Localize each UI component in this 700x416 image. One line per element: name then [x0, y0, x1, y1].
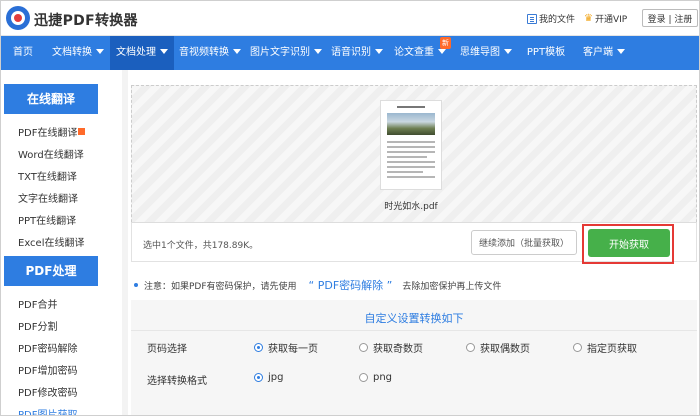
vip-link[interactable]: ♛ 开通VIP — [584, 12, 627, 25]
radio-png[interactable]: png — [359, 372, 392, 383]
chevron-down-icon — [504, 48, 512, 54]
sidebar: 在线翻译 PDF在线翻译 Word在线翻译 TXT在线翻译 文字在线翻译 PPT… — [0, 70, 122, 416]
file-name: 时光如水.pdf — [384, 202, 438, 212]
nav-home[interactable]: 首页 — [0, 36, 46, 70]
sidebar-section-pdf: PDF处理 — [4, 256, 98, 286]
sidebar-item-pdf-unlock[interactable]: PDF密码解除 — [18, 340, 77, 355]
format-label: 选择转换格式 — [147, 376, 207, 387]
main-nav: 首页 文档转换 文档处理 音视频转换 图片文字识别 语音识别 论文查重 新 思维… — [0, 36, 700, 70]
bullet-icon — [134, 283, 138, 287]
new-badge: 新 — [440, 37, 451, 49]
radio-odd-pages[interactable]: 获取奇数页 — [359, 340, 423, 355]
radio-every-page[interactable]: 获取每一页 — [254, 340, 318, 355]
vip-label: 开通VIP — [594, 15, 628, 25]
file-summary: 选中1个文件，共178.89K。 — [143, 241, 259, 251]
sidebar-item-ppt-translate[interactable]: PPT在线翻译 — [18, 212, 76, 227]
chevron-down-icon — [233, 48, 241, 54]
notice-suffix: 去除加密保护再上传文件 — [402, 281, 502, 292]
sidebar-item-excel-translate[interactable]: Excel在线翻译 — [18, 234, 85, 249]
chevron-down-icon — [617, 48, 625, 54]
sidebar-item-pdf-image-extract[interactable]: PDF图片获取 — [18, 406, 77, 416]
settings-title: 自定义设置转换如下 — [364, 312, 464, 325]
my-files-link[interactable]: 我的文件 — [527, 12, 575, 25]
continue-add-button[interactable]: 继续添加（批量获取） — [471, 230, 577, 255]
new-mark-icon — [78, 128, 86, 135]
sidebar-section-translate: 在线翻译 — [4, 84, 98, 114]
start-extract-button[interactable]: 开始获取 — [588, 229, 670, 257]
my-files-label: 我的文件 — [539, 15, 576, 25]
notice-prefix: 注意：如果PDF有密码保护，请先使用 — [144, 281, 297, 292]
nav-ocr[interactable]: 图片文字识别 — [246, 36, 326, 70]
nav-mindmap[interactable]: 思维导图 — [452, 36, 520, 70]
nav-client[interactable]: 客户端 — [574, 36, 634, 70]
pdf-unlock-link[interactable]: “ PDF密码解除 ” — [309, 277, 393, 293]
notice: 注意：如果PDF有密码保护，请先使用 “ PDF密码解除 ” 去除加密保护再上传… — [134, 277, 501, 293]
chevron-down-icon — [160, 48, 168, 54]
nav-doc-convert[interactable]: 文档转换 — [46, 36, 110, 70]
file-list-icon — [527, 13, 537, 24]
login-register-button[interactable]: 登录 | 注册 — [642, 9, 698, 27]
settings-divider — [131, 330, 697, 331]
sidebar-item-pdf-add-password[interactable]: PDF增加密码 — [18, 362, 77, 377]
crown-icon: ♛ — [584, 12, 593, 24]
sidebar-item-pdf-change-password[interactable]: PDF修改密码 — [18, 384, 77, 399]
thumbnail-photo-icon — [387, 113, 435, 135]
sidebar-item-text-translate[interactable]: 文字在线翻译 — [18, 190, 78, 205]
chevron-down-icon — [438, 48, 446, 54]
app-title: 迅捷PDF转换器 — [34, 13, 138, 29]
sidebar-item-pdf-translate[interactable]: PDF在线翻译 — [18, 124, 86, 139]
app-header: 迅捷PDF转换器 我的文件 ♛ 开通VIP 登录 | 注册 — [0, 0, 700, 36]
nav-av-convert[interactable]: 音视频转换 — [174, 36, 246, 70]
nav-ppt-template[interactable]: PPT模板 — [520, 36, 572, 70]
radio-specific-pages[interactable]: 指定页获取 — [573, 340, 637, 355]
sidebar-item-word-translate[interactable]: Word在线翻译 — [18, 146, 84, 161]
nav-speech[interactable]: 语音识别 — [326, 36, 388, 70]
app-logo-icon[interactable] — [6, 6, 30, 30]
sidebar-divider — [122, 70, 128, 416]
sidebar-item-pdf-merge[interactable]: PDF合并 — [18, 296, 57, 311]
chevron-down-icon — [96, 48, 104, 54]
sidebar-item-txt-translate[interactable]: TXT在线翻译 — [18, 168, 77, 183]
radio-even-pages[interactable]: 获取偶数页 — [466, 340, 530, 355]
chevron-down-icon — [375, 48, 383, 54]
nav-doc-process[interactable]: 文档处理 — [110, 36, 174, 70]
pdf-thumbnail[interactable] — [380, 100, 442, 190]
radio-jpg[interactable]: jpg — [254, 372, 283, 383]
page-select-label: 页码选择 — [147, 344, 187, 355]
sidebar-item-pdf-split[interactable]: PDF分割 — [18, 318, 57, 333]
chevron-down-icon — [314, 48, 322, 54]
